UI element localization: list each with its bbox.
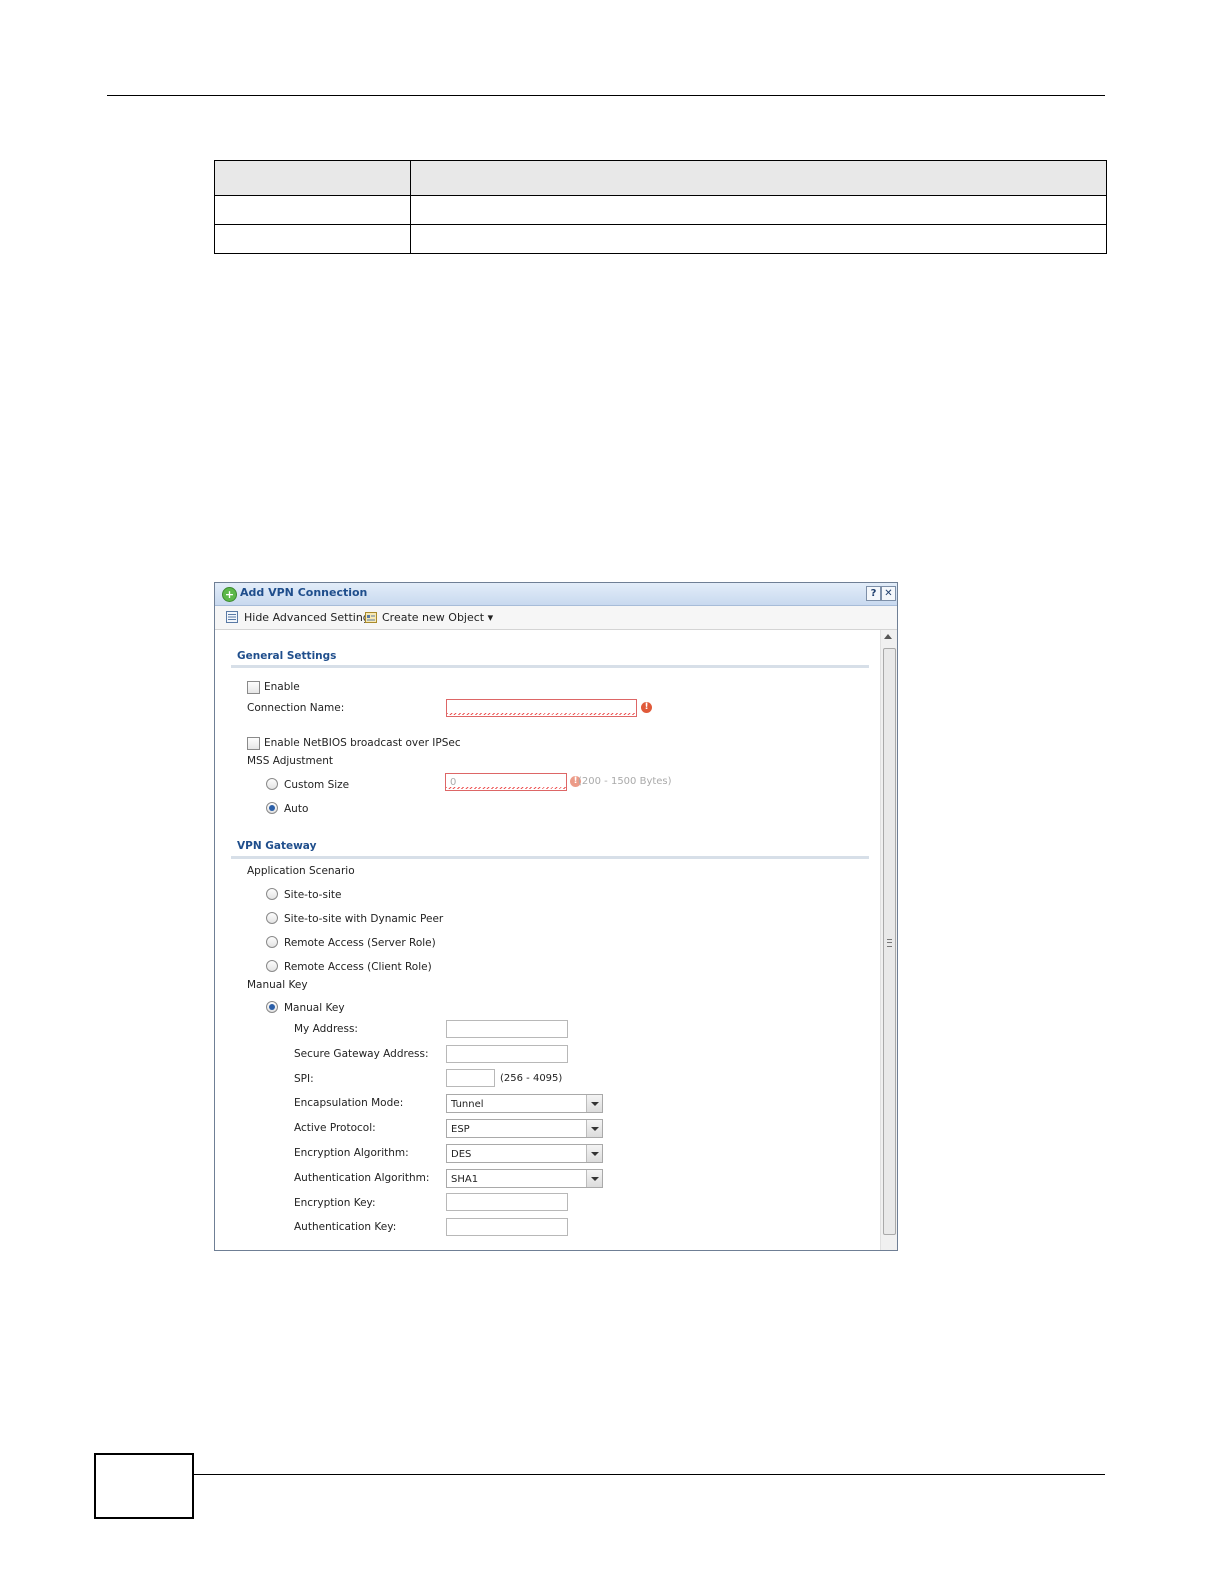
table-cell: [410, 224, 1107, 254]
scenario-client-role-radio[interactable]: [266, 960, 278, 972]
scenario-site-to-site-radio[interactable]: [266, 888, 278, 900]
error-icon: !: [641, 702, 652, 713]
dialog-title-bar: + Add VPN Connection ? ✕: [215, 583, 897, 606]
spi-input[interactable]: [446, 1069, 495, 1087]
dialog-toolbar: Hide Advanced Settings Create new Object…: [215, 606, 897, 630]
scenario-label: Remote Access (Client Role): [284, 961, 432, 973]
spi-range-hint: (256 - 4095): [500, 1073, 563, 1084]
table-cell: [214, 224, 411, 254]
enable-label: Enable: [264, 681, 300, 693]
custom-size-label: Custom Size: [284, 779, 350, 791]
select-value: ESP: [451, 1124, 470, 1135]
close-button[interactable]: ✕: [881, 586, 896, 601]
custom-size-radio[interactable]: [266, 778, 278, 790]
table-cell: [410, 195, 1107, 225]
scenario-dynamic-peer-radio[interactable]: [266, 912, 278, 924]
netbios-label: Enable NetBIOS broadcast over IPSec: [264, 737, 461, 749]
scenario-server-role-radio[interactable]: [266, 936, 278, 948]
select-value: SHA1: [451, 1174, 479, 1185]
chevron-down-icon[interactable]: [586, 1170, 602, 1187]
add-vpn-connection-dialog: + Add VPN Connection ? ✕ Hide Advanced S…: [214, 582, 898, 1251]
encryption-key-input[interactable]: [446, 1193, 568, 1211]
netbios-checkbox[interactable]: [247, 737, 260, 750]
encryption-algorithm-select[interactable]: DES: [446, 1144, 603, 1163]
page-footer-rule: [192, 1474, 1105, 1475]
table-header-cell: [410, 160, 1107, 196]
hide-advanced-settings-button[interactable]: Hide Advanced Settings: [244, 611, 376, 624]
create-new-object-menu[interactable]: Create new Object ▾: [382, 611, 493, 624]
reference-table: [214, 160, 1107, 254]
scroll-up-icon[interactable]: [884, 634, 892, 639]
auto-radio[interactable]: [266, 802, 278, 814]
active-protocol-select[interactable]: ESP: [446, 1119, 603, 1138]
table-cell: [214, 195, 411, 225]
auto-label: Auto: [284, 803, 309, 815]
table-header-row: [214, 160, 1107, 196]
scenario-label: Remote Access (Server Role): [284, 937, 436, 949]
grip-icon: [887, 939, 892, 947]
my-address-input[interactable]: [446, 1020, 568, 1038]
scrollbar-thumb[interactable]: [883, 648, 896, 1235]
authentication-algorithm-select[interactable]: SHA1: [446, 1169, 603, 1188]
manual-key-group-label: Manual Key: [247, 979, 308, 991]
encapsulation-mode-select[interactable]: Tunnel: [446, 1094, 603, 1113]
spi-label: SPI:: [294, 1073, 314, 1085]
authentication-key-label: Authentication Key:: [294, 1221, 397, 1233]
secure-gateway-label: Secure Gateway Address:: [294, 1048, 429, 1060]
select-value: Tunnel: [451, 1099, 484, 1110]
manual-key-label: Manual Key: [284, 1002, 345, 1014]
table-row: [214, 224, 1107, 254]
secure-gateway-input[interactable]: [446, 1045, 568, 1063]
dialog-title: Add VPN Connection: [240, 586, 368, 599]
chevron-down-icon[interactable]: [586, 1145, 602, 1162]
select-value: DES: [451, 1149, 472, 1160]
list-icon: [226, 611, 238, 623]
section-divider: [231, 856, 869, 859]
table-row: [214, 195, 1107, 225]
encapsulation-mode-label: Encapsulation Mode:: [294, 1097, 404, 1109]
vpn-gateway-heading: VPN Gateway: [237, 840, 317, 852]
encryption-key-label: Encryption Key:: [294, 1197, 376, 1209]
page-header-rule: [107, 95, 1105, 96]
application-scenario-label: Application Scenario: [247, 865, 355, 877]
section-divider: [231, 665, 869, 668]
my-address-label: My Address:: [294, 1023, 358, 1035]
table-header-cell: [214, 160, 411, 196]
object-icon: [365, 612, 377, 623]
chevron-down-icon[interactable]: [586, 1120, 602, 1137]
authentication-algorithm-label: Authentication Algorithm:: [294, 1172, 430, 1184]
mss-adjustment-label: MSS Adjustment: [247, 755, 334, 767]
custom-size-range-hint: (200 - 1500 Bytes): [578, 776, 672, 787]
dialog-content: General Settings Enable Connection Name:…: [215, 630, 879, 1250]
active-protocol-label: Active Protocol:: [294, 1122, 376, 1134]
general-settings-heading: General Settings: [237, 650, 337, 662]
enable-checkbox[interactable]: [247, 681, 260, 694]
scenario-label: Site-to-site: [284, 889, 342, 901]
connection-name-input[interactable]: [446, 699, 637, 717]
page-number-box: [94, 1453, 194, 1519]
authentication-key-input[interactable]: [446, 1218, 568, 1236]
custom-size-input[interactable]: 0: [445, 773, 567, 791]
manual-key-radio[interactable]: [266, 1001, 278, 1013]
help-button[interactable]: ?: [866, 586, 881, 601]
add-icon: +: [222, 587, 237, 602]
connection-name-label: Connection Name:: [247, 702, 345, 714]
vertical-scrollbar[interactable]: [880, 630, 897, 1250]
chevron-down-icon[interactable]: [586, 1095, 602, 1112]
encryption-algorithm-label: Encryption Algorithm:: [294, 1147, 409, 1159]
scenario-label: Site-to-site with Dynamic Peer: [284, 913, 444, 925]
